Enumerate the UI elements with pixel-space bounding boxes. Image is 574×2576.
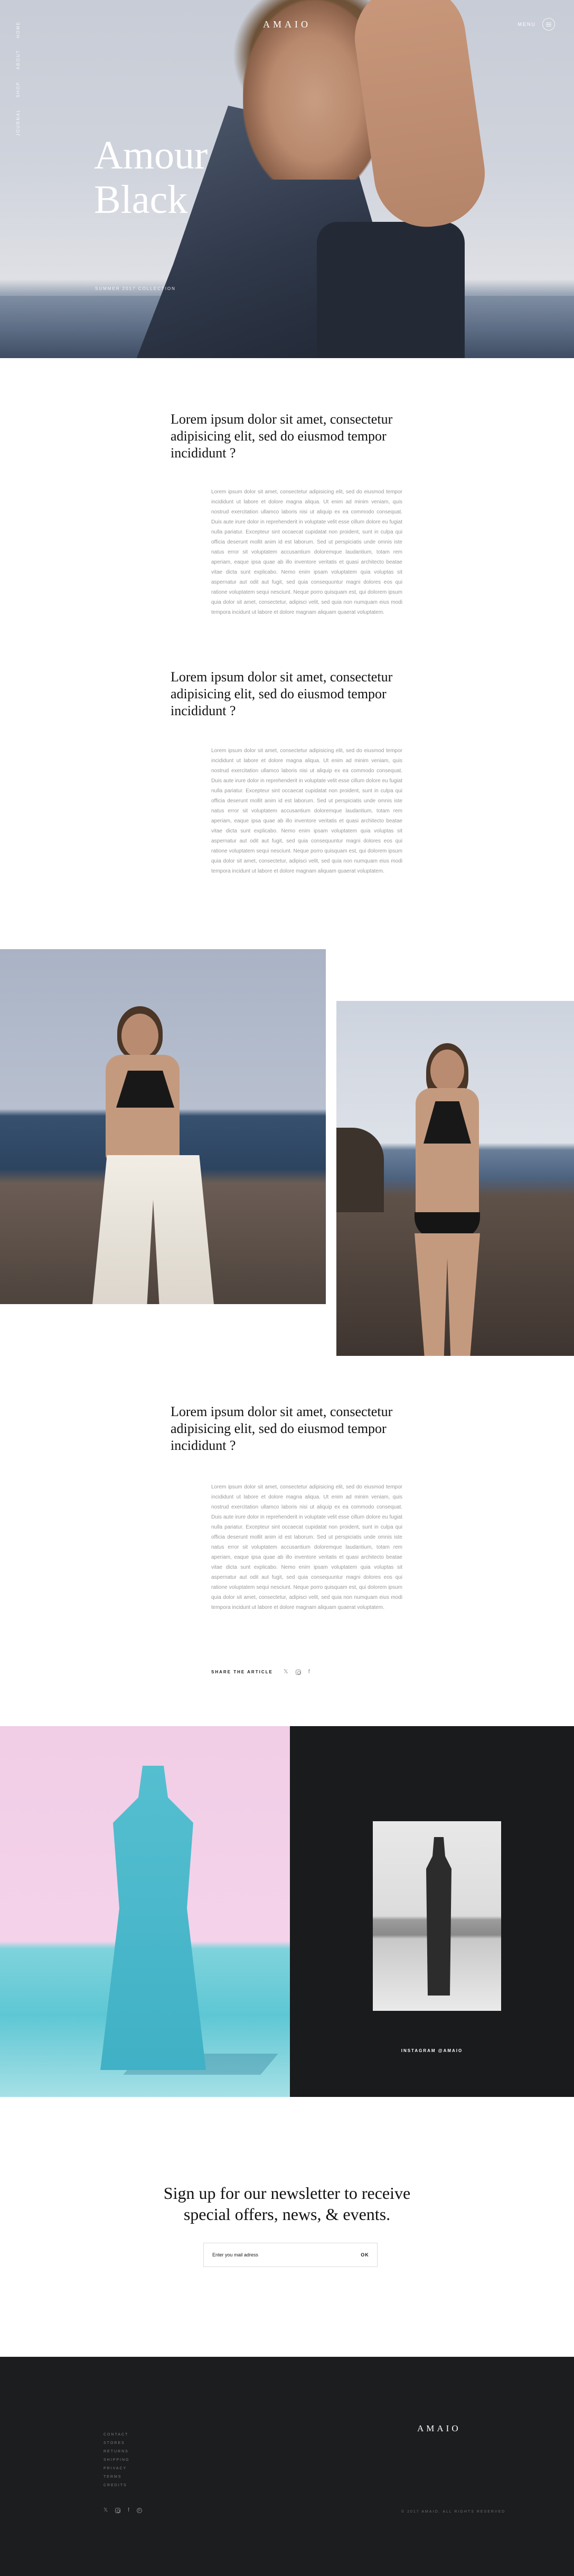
facebook-icon[interactable]: f [128, 2508, 129, 2513]
photo-right-model-face [430, 1050, 464, 1092]
article-body-2: Lorem ipsum dolor sit amet, consectetur … [211, 748, 402, 874]
newsletter-heading-line2: special offers, news, & events. [183, 2205, 391, 2224]
hero-model-arm [348, 0, 492, 234]
feature-model [100, 1766, 206, 2070]
footer-link-contact[interactable]: CONTACT [103, 2432, 129, 2438]
share-label: SHARE THE ARTICLE [211, 1670, 273, 1674]
footer-link-returns[interactable]: RETURNS [103, 2449, 129, 2455]
side-nav-item-home[interactable]: HOME [16, 21, 21, 38]
footer-nav: CONTACT STORES RETURNS SHIPPING PRIVACY … [103, 2432, 129, 2488]
side-nav-item-journal[interactable]: JOURNAL [16, 109, 21, 136]
share-bar: SHARE THE ARTICLE 𝕏 f [211, 1669, 310, 1675]
article-body-3: Lorem ipsum dolor sit amet, consectetur … [211, 1484, 402, 1610]
facebook-icon[interactable]: f [308, 1669, 310, 1675]
newsletter-email-input[interactable] [204, 2243, 353, 2266]
newsletter-form: OK [203, 2243, 378, 2267]
hero-title-line2: Black [94, 177, 188, 222]
footer-social: 𝕏 f p [103, 2508, 142, 2513]
lookbook-photo-right [336, 1001, 574, 1356]
twitter-icon[interactable]: 𝕏 [284, 1669, 288, 1675]
hero-section: AMAIO MENU HOME ABOUT SHOP JOURNAL Amour… [0, 0, 574, 358]
hero-model-body [317, 222, 465, 358]
photo-left-model-pants [92, 1155, 214, 1304]
newsletter-submit-button[interactable]: OK [353, 2243, 377, 2266]
article-body-1: Lorem ipsum dolor sit amet, consectetur … [211, 489, 402, 615]
footer-link-stores[interactable]: STORES [103, 2440, 129, 2446]
hero-title-line1: Amour [94, 133, 208, 177]
side-nav-item-about[interactable]: ABOUT [16, 50, 21, 70]
lookbook-photo-left [0, 949, 326, 1304]
photo-left-model-face [121, 1014, 158, 1058]
instagram-photo-model [426, 1837, 451, 1996]
menu-label[interactable]: MENU [518, 22, 537, 27]
footer-link-shipping[interactable]: SHIPPING [103, 2457, 129, 2463]
instagram-icon[interactable] [295, 1669, 301, 1675]
instagram-link[interactable]: INSTAGRAM @AMAIO [290, 2048, 574, 2053]
photo-right-model-legs [415, 1233, 480, 1356]
menu-toggle[interactable]: MENU [518, 18, 555, 31]
footer-brand-logo[interactable]: AMAIO [417, 2423, 461, 2434]
feature-photo-duotone [0, 1726, 290, 2097]
footer-link-privacy[interactable]: PRIVACY [103, 2466, 129, 2471]
brand-logo[interactable]: AMAIO [0, 19, 574, 30]
newsletter-heading-line1: Sign up for our newsletter to receive [163, 2184, 411, 2203]
footer-link-credits[interactable]: CREDITS [103, 2483, 129, 2488]
hamburger-icon[interactable] [542, 18, 555, 31]
footer: CONTACT STORES RETURNS SHIPPING PRIVACY … [0, 2357, 574, 2576]
instagram-feature-panel: INSTAGRAM @AMAIO [290, 1726, 574, 2097]
photo-right-rock [336, 1128, 384, 1212]
side-nav: HOME ABOUT SHOP JOURNAL [16, 21, 21, 136]
hero-title: Amour Black [94, 133, 208, 222]
instagram-photo[interactable] [373, 1821, 501, 2011]
article-heading-3: Lorem ipsum dolor sit amet, consectetur … [171, 1404, 393, 1453]
newsletter-heading: Sign up for our newsletter to receive sp… [0, 2182, 574, 2225]
twitter-icon[interactable]: 𝕏 [103, 2508, 108, 2513]
article-heading-2: Lorem ipsum dolor sit amet, consectetur … [171, 669, 393, 718]
copyright: © 2017 AMAIO. ALL RIGHTS RESERVED [401, 2510, 506, 2514]
article-heading-1: Lorem ipsum dolor sit amet, consectetur … [171, 411, 393, 461]
instagram-icon[interactable] [115, 2508, 121, 2513]
side-nav-item-shop[interactable]: SHOP [16, 81, 21, 98]
footer-link-terms[interactable]: TERMS [103, 2474, 129, 2480]
pinterest-icon[interactable]: p [136, 2508, 142, 2513]
hero-caption: SUMMER 2017 COLLECTION [95, 286, 176, 291]
